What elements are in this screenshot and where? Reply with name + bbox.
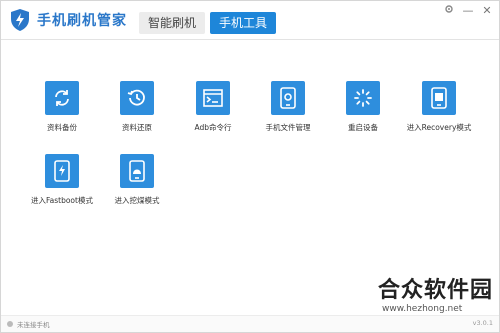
tool-label: 进入挖煤模式 xyxy=(114,196,160,205)
tool-label: 进入Fastboot模式 xyxy=(31,196,93,205)
app-title: 手机刷机管家 xyxy=(37,13,127,29)
loading-icon xyxy=(346,81,380,115)
tab-smart-flash[interactable]: 智能刷机 xyxy=(139,12,206,34)
watermark-url: www.hezhong.net xyxy=(381,304,463,314)
restore-clock-icon xyxy=(120,81,154,115)
connection-status: 未连接手机 xyxy=(17,321,50,329)
sync-icon xyxy=(45,81,79,115)
tool-label: 手机文件管理 xyxy=(265,123,311,132)
tool-enter-fastboot[interactable]: 进入Fastboot模式 xyxy=(25,154,99,206)
phone-file-icon xyxy=(271,81,305,115)
recovery-icon xyxy=(422,81,456,115)
status-bar: 未连接手机 v3.0.1 xyxy=(1,315,499,332)
header-divider xyxy=(1,39,499,40)
tool-label: Adb命令行 xyxy=(194,123,232,132)
tool-adb-command[interactable]: Adb命令行 xyxy=(176,81,250,133)
minimize-button[interactable]: — xyxy=(459,3,477,19)
watermark-title: 合众软件园 xyxy=(377,278,493,303)
gear-icon[interactable] xyxy=(440,3,458,19)
tool-data-restore[interactable]: 资料还原 xyxy=(100,81,174,133)
shield-lightning-icon xyxy=(11,9,29,31)
tool-label: 进入Recovery模式 xyxy=(406,123,472,132)
tool-data-backup[interactable]: 资料备份 xyxy=(25,81,99,133)
tool-label: 资料备份 xyxy=(47,123,77,132)
tool-phone-file-manager[interactable]: 手机文件管理 xyxy=(251,81,325,133)
tool-reboot-device[interactable]: 重启设备 xyxy=(326,81,400,133)
app-window: 手机刷机管家 智能刷机 手机工具 — ✕ 资料备份 资料还原 Adb命令行 手机… xyxy=(0,0,500,333)
fastboot-icon xyxy=(45,154,79,188)
close-button[interactable]: ✕ xyxy=(478,3,496,19)
tab-phone-tools[interactable]: 手机工具 xyxy=(210,12,277,34)
version-label: v3.0.1 xyxy=(472,319,493,327)
tool-enter-mining-mode[interactable]: 进入挖煤模式 xyxy=(100,154,174,206)
terminal-icon xyxy=(196,81,230,115)
tool-label: 资料还原 xyxy=(122,123,152,132)
tool-enter-recovery[interactable]: 进入Recovery模式 xyxy=(402,81,476,133)
mining-icon xyxy=(120,154,154,188)
title-bar: 手机刷机管家 智能刷机 手机工具 — ✕ xyxy=(1,1,499,39)
phone-status-icon xyxy=(7,321,13,327)
watermark: 合众软件园 www.hezhong.net xyxy=(378,272,493,314)
tool-label: 重启设备 xyxy=(348,123,378,132)
